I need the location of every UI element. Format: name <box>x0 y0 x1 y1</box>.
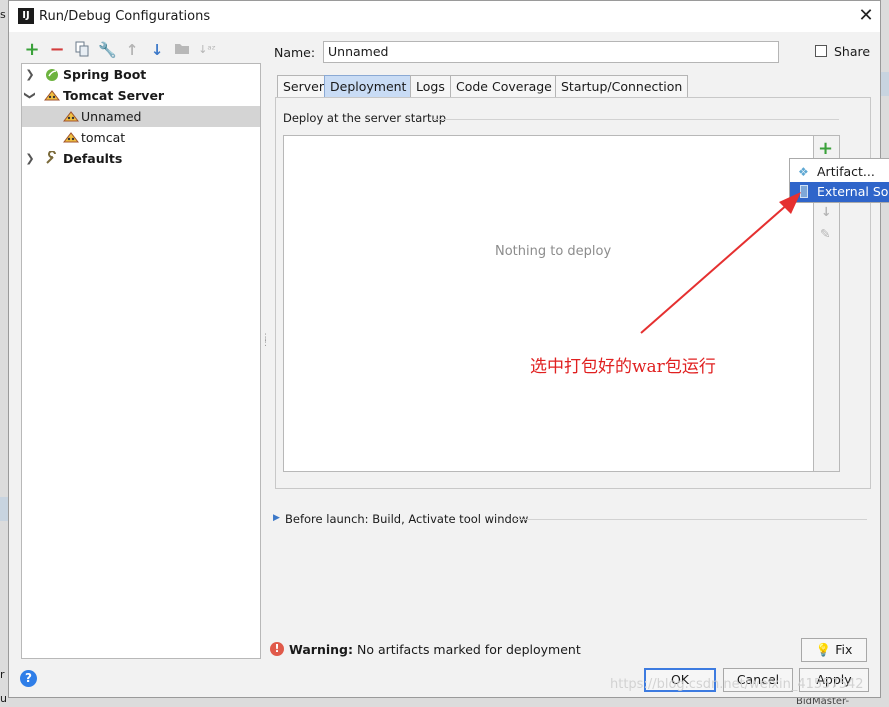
sort-icon[interactable]: ↓ᵃᶻ <box>198 41 216 59</box>
artifact-icon: ❖ <box>798 165 809 179</box>
warning-message: Warning: No artifacts marked for deploym… <box>289 642 581 657</box>
lightbulb-icon: 💡 <box>815 642 832 657</box>
warning-bold-label: Warning: <box>289 642 353 657</box>
name-field[interactable]: Unnamed <box>323 41 779 63</box>
background-fragment: u <box>0 692 7 705</box>
tree-item-label: Defaults <box>63 151 123 166</box>
menu-item-label: External Source... <box>817 184 889 199</box>
watermark: https://blog.csdn.net/weixin_41557542 <box>610 677 864 692</box>
tree-item-tomcat-server[interactable]: ❯ Tomcat Server <box>22 85 260 106</box>
tree-item-label: Spring Boot <box>63 67 147 82</box>
tree-item-label: tomcat <box>81 130 126 145</box>
move-down-icon[interactable]: ↓ <box>821 204 831 219</box>
before-launch-label[interactable]: Before launch: Build, Activate tool wind… <box>285 512 528 526</box>
tree-item-label: Unnamed <box>81 109 142 124</box>
edit-icon[interactable]: ✎ <box>820 226 830 241</box>
wrench-icon <box>46 151 56 164</box>
splitter-handle[interactable]: ⋮ ⋮ <box>261 334 270 356</box>
window-title: Run/Debug Configurations <box>39 9 211 24</box>
empty-state-text: Nothing to deploy <box>495 244 612 259</box>
background-fragment: r <box>0 668 5 681</box>
add-icon[interactable]: + <box>818 138 833 159</box>
title-bar: IJ Run/Debug Configurations ✕ <box>9 1 880 32</box>
tree-item-defaults[interactable]: ❯ Defaults <box>22 148 260 169</box>
section-divider <box>433 119 839 120</box>
menu-item-label: Artifact... <box>817 164 875 179</box>
move-up-icon[interactable]: ↑ <box>123 41 141 59</box>
configuration-tree[interactable]: ❯ Spring Boot ❯ Tomcat Server Unnamed to… <box>21 63 261 659</box>
fix-button[interactable]: 💡 Fix <box>801 638 867 662</box>
warning-text: No artifacts marked for deployment <box>356 642 581 657</box>
tab-startup-connection[interactable]: Startup/Connection <box>555 75 689 97</box>
folder-icon[interactable] <box>173 41 191 59</box>
tree-item-spring-boot[interactable]: ❯ Spring Boot <box>22 64 260 85</box>
menu-item-artifact[interactable]: ❖ Artifact... <box>790 162 889 182</box>
tomcat-icon <box>63 111 79 122</box>
background-fragment: s <box>0 8 6 21</box>
move-down-icon[interactable]: ↓ <box>148 41 166 59</box>
share-label: Share <box>834 44 871 59</box>
fix-label: Fix <box>835 642 853 657</box>
annotation-text: 选中打包好的war包运行 <box>530 357 716 377</box>
wrench-icon[interactable]: 🔧 <box>98 41 117 59</box>
tab-deployment[interactable]: Deployment <box>324 75 413 97</box>
tree-item-tomcat[interactable]: tomcat <box>22 127 260 148</box>
annotation-arrow <box>640 192 801 334</box>
tomcat-icon <box>63 132 79 143</box>
run-debug-dialog: IJ Run/Debug Configurations ✕ + − 🔧 ↑ ↓ … <box>8 0 889 698</box>
chevron-right-icon[interactable]: ❯ <box>24 64 36 85</box>
remove-icon[interactable]: − <box>48 41 66 59</box>
tomcat-icon <box>44 90 60 101</box>
name-label: Name: <box>274 45 316 60</box>
add-icon[interactable]: + <box>23 41 41 59</box>
error-icon: ! <box>270 642 284 656</box>
section-title: Deploy at the server startup <box>283 111 447 125</box>
tab-logs[interactable]: Logs <box>410 75 451 97</box>
intellij-app-icon: IJ <box>18 8 34 24</box>
help-icon[interactable]: ? <box>20 670 37 687</box>
tree-item-unnamed[interactable]: Unnamed <box>22 106 260 127</box>
chevron-right-icon[interactable]: ▶ <box>273 513 280 523</box>
close-icon[interactable]: ✕ <box>855 5 877 27</box>
background-strip <box>881 72 889 96</box>
share-checkbox[interactable] <box>815 45 827 57</box>
copy-icon[interactable] <box>73 41 91 59</box>
tab-server[interactable]: Server <box>277 75 330 97</box>
tree-item-label: Tomcat Server <box>63 88 165 103</box>
chevron-down-icon[interactable]: ❯ <box>20 90 41 102</box>
spring-boot-icon <box>46 69 58 81</box>
tab-code-coverage[interactable]: Code Coverage <box>450 75 558 97</box>
background-strip <box>0 497 8 521</box>
section-divider <box>515 519 867 520</box>
chevron-right-icon[interactable]: ❯ <box>24 148 36 169</box>
